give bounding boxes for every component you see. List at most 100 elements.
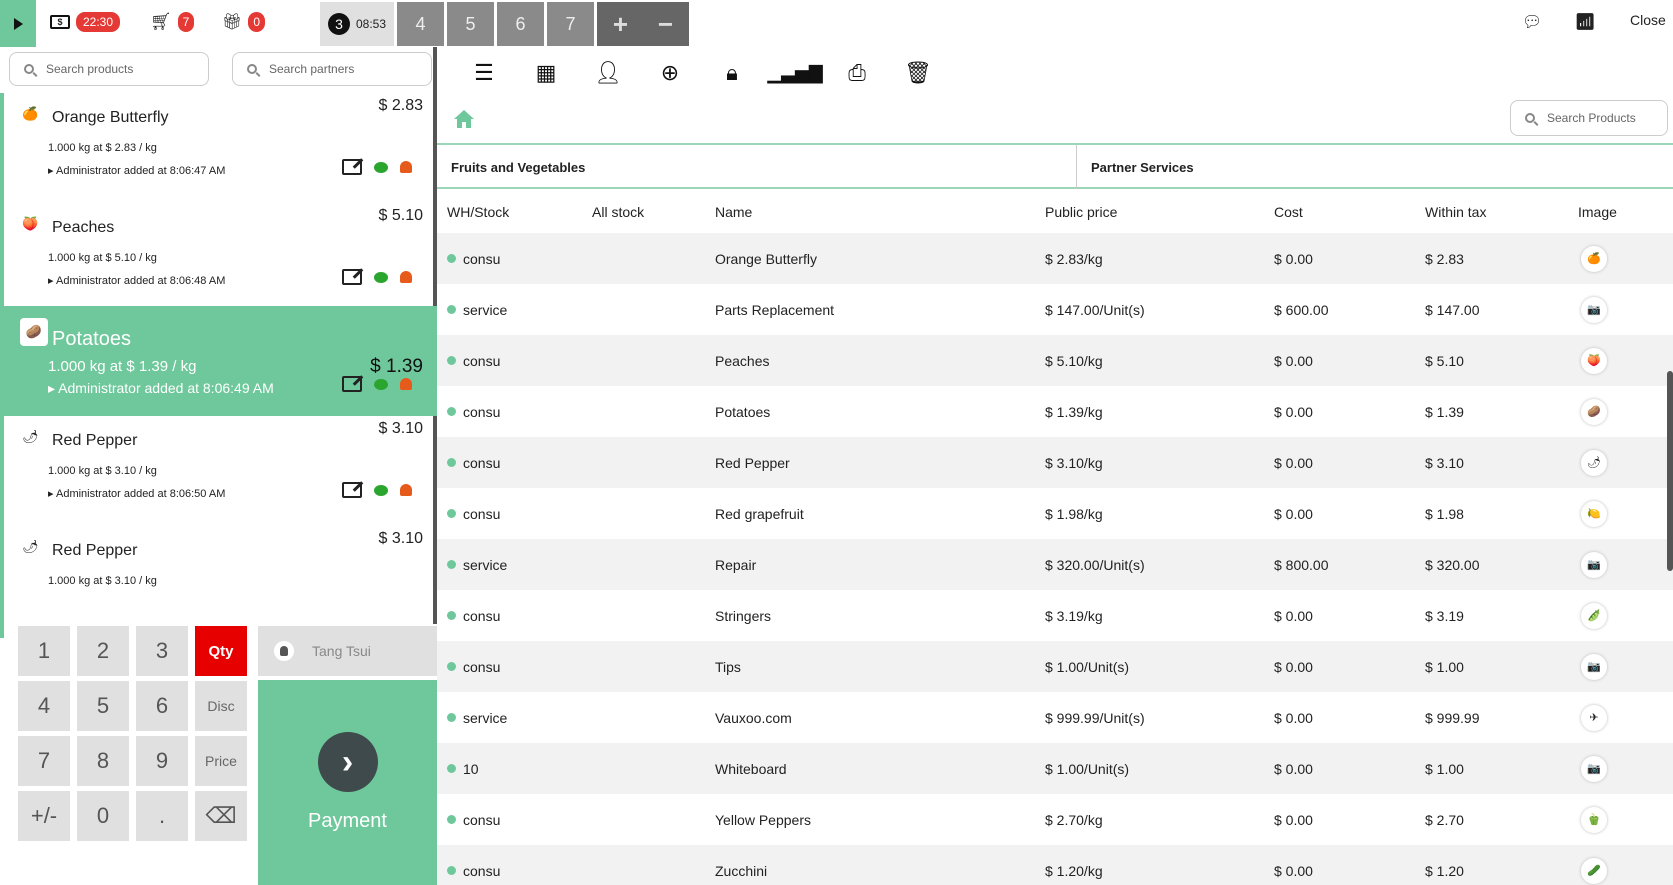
order-tab-active[interactable]: 3 08:53 [320,2,394,46]
signal-icon[interactable]: ▁▃▅▇ [767,59,822,87]
category-partner-services[interactable]: Partner Services [1077,145,1673,189]
customer-button[interactable]: Tang Tsui [258,626,437,676]
numpad-9[interactable]: 9 [136,736,188,786]
table-row[interactable]: service Vauxoo.com $ 999.99/Unit(s) $ 0.00 $… [437,692,1673,743]
gift-icon: 🎁︎ [222,14,243,31]
order-tab[interactable]: 6 [497,2,544,46]
cell-name: Repair [715,556,757,573]
print-icon[interactable]: ⎙ [843,59,871,87]
search-products-input[interactable]: Search products [9,52,209,86]
table-scrollbar[interactable] [1667,371,1673,571]
table-row[interactable]: consu Red Pepper $ 3.10/kg $ 0.00 $ 3.10 🌶 [437,437,1673,488]
numpad-2[interactable]: 2 [77,626,129,676]
note-icon[interactable] [374,161,388,173]
note-icon[interactable] [374,484,388,496]
payment-button[interactable]: › Payment [258,680,437,885]
numpad-8[interactable]: 8 [77,736,129,786]
numpad-6[interactable]: 6 [136,681,188,731]
line-product-name: Red Pepper [52,542,138,559]
table-row[interactable]: consu Red grapefruit $ 1.98/kg $ 0.00 $ 1.98… [437,488,1673,539]
trash-icon[interactable]: 🗑︎ [904,59,932,87]
table-row[interactable]: 10 Whiteboard $ 1.00/Unit(s) $ 0.00 $ 1.00 📷 [437,743,1673,794]
table-row[interactable]: service Parts Replacement $ 147.00/Unit(s)… [437,284,1673,335]
gift-indicator[interactable]: 🎁︎ 0 [222,12,265,32]
add-user-icon[interactable] [400,271,412,283]
cell-cost: $ 0.00 [1274,658,1313,675]
search-icon [1525,113,1535,123]
note-icon[interactable] [374,271,388,283]
cell-name: Peaches [715,352,770,369]
edit-icon[interactable] [342,482,362,498]
messages-icon[interactable]: 💬︎ [1522,12,1542,32]
cell-within-tax: $ 2.70 [1425,811,1464,828]
cell-public-price: $ 320.00/Unit(s) [1045,556,1145,573]
cell-within-tax: $ 1.00 [1425,760,1464,777]
timer-indicator[interactable]: $ 22:30 [50,12,121,32]
qty-mode-button[interactable]: Qty [195,626,247,676]
add-user-icon[interactable] [400,161,412,173]
toggle-sidebar-button[interactable] [0,0,36,47]
delete-order-button[interactable]: − [642,2,689,46]
order-tab[interactable]: 7 [547,2,594,46]
cell-wh-value: consu [463,403,501,420]
order-tab[interactable]: 4 [397,2,444,46]
table-row[interactable]: consu Yellow Peppers $ 2.70/kg $ 0.00 $ 2.70… [437,794,1673,845]
numpad-0[interactable]: 0 [77,791,129,841]
note-icon[interactable] [374,378,388,390]
list-view-icon[interactable]: ☰ [470,59,498,87]
header-cost: Cost [1274,204,1303,220]
table-row[interactable]: consu Potatoes $ 1.39/kg $ 0.00 $ 1.39 🥔 [437,386,1673,437]
order-tab[interactable]: 5 [447,2,494,46]
numpad-4[interactable]: 4 [18,681,70,731]
cell-wh-stock: consu [447,863,500,879]
cell-name: Parts Replacement [715,301,835,318]
line-product-name: Peaches [52,219,115,236]
category-fruits-and-vegetables[interactable]: Fruits and Vegetables [437,145,1077,189]
order-line[interactable]: 🍊 Orange Butterfly $ 2.83 1.000 kg at $ … [4,93,437,203]
close-button[interactable]: Close [1630,12,1666,28]
add-user-icon[interactable] [400,378,412,390]
numpad-plus-minus[interactable]: +/- [18,791,70,841]
numpad-3[interactable]: 3 [136,626,188,676]
table-row[interactable]: consu Tips $ 1.00/Unit(s) $ 0.00 $ 1.00 📷 [437,641,1673,692]
order-line[interactable]: 🌶 Red Pepper $ 3.10 1.000 kg at $ 3.10 /… [4,416,437,526]
product-thumbnail: 🌶 [22,539,39,554]
search-partners-input[interactable]: Search partners [232,52,432,86]
product-thumbnail: 🍊 [22,106,39,121]
cart-icon: 🛒︎ [150,12,172,31]
table-row[interactable]: consu Orange Butterfly $ 2.83/kg $ 0.00 $ 2.… [437,233,1673,284]
grid-view-icon[interactable]: ▦ [532,59,560,87]
table-row[interactable]: service Repair $ 320.00/Unit(s) $ 800.00 $ 3… [437,539,1673,590]
edit-icon[interactable] [342,159,362,175]
cart-indicator[interactable]: 🛒︎ 7 [150,12,195,32]
backspace-icon[interactable]: ⌫ [195,791,247,841]
order-line[interactable]: 🍑 Peaches $ 5.10 1.000 kg at $ 5.10 / kg… [4,203,437,313]
order-line[interactable]: 🌶 Red Pepper $ 3.10 1.000 kg at $ 3.10 /… [4,526,437,636]
cell-within-tax: $ 5.10 [1425,352,1464,369]
order-line-selected[interactable]: 🥔 Potatoes $ 1.39 1.000 kg at $ 1.39 / k… [4,306,437,416]
numpad-decimal[interactable]: . [136,791,188,841]
table-row[interactable]: consu Stringers $ 3.19/kg $ 0.00 $ 3.19 🫛 [437,590,1673,641]
table-row[interactable]: consu Zucchini $ 1.20/kg $ 0.00 $ 1.20 🥒 [437,845,1673,885]
status-dot-icon [447,866,456,876]
numpad-7[interactable]: 7 [18,736,70,786]
search-products-input[interactable]: Search Products [1510,100,1668,136]
lock-icon[interactable]: 🔒︎ [718,59,746,87]
new-order-button[interactable]: + [597,2,644,46]
numpad-1[interactable]: 1 [18,626,70,676]
line-product-name: Red Pepper [52,432,138,449]
cell-public-price: $ 1.39/kg [1045,403,1103,420]
numpad-5[interactable]: 5 [77,681,129,731]
plus-circle-icon[interactable]: ⊕ [656,59,684,87]
disc-mode-button[interactable]: Disc [195,681,247,731]
order-number: 3 [327,13,350,35]
edit-icon[interactable] [342,269,362,285]
price-mode-button[interactable]: Price [195,736,247,786]
edit-icon[interactable] [342,376,362,392]
add-user-icon[interactable] [400,484,412,496]
add-user-icon[interactable]: 👤︎ [594,59,622,87]
table-row[interactable]: consu Peaches $ 5.10/kg $ 0.00 $ 5.10 🍑 [437,335,1673,386]
search-partners-placeholder: Search partners [269,62,355,76]
cell-public-price: $ 147.00/Unit(s) [1045,301,1145,318]
home-icon[interactable] [453,109,475,129]
